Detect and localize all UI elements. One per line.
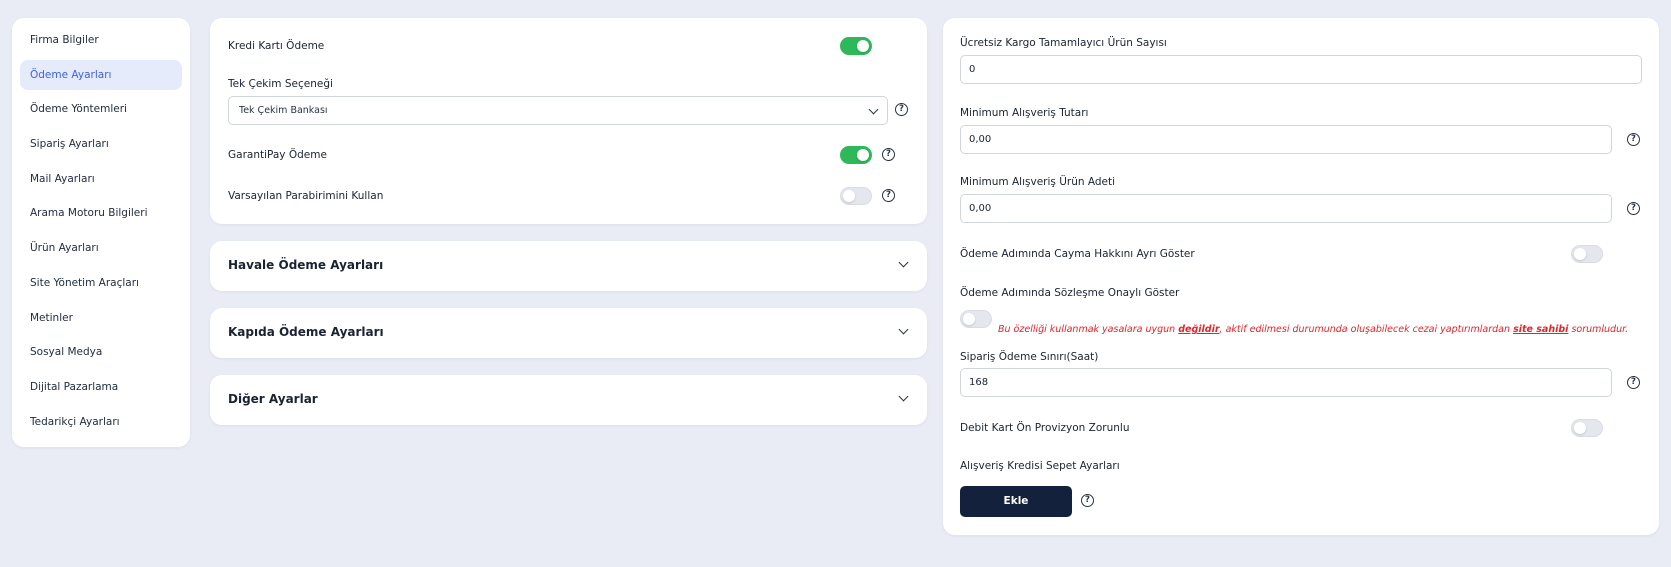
garantipay-label: GarantiPay Ödeme [228, 149, 327, 161]
varsayilan-parabirimi-toggle[interactable] [840, 187, 872, 205]
sidebar-item-arama-motoru[interactable]: Arama Motoru Bilgileri [20, 198, 182, 228]
cayma-hakki-label: Ödeme Adımında Cayma Hakkını Ayrı Göster [960, 248, 1195, 260]
ucretsiz-kargo-label: Ücretsiz Kargo Tamamlayıcı Ürün Sayısı [960, 37, 1167, 49]
sidebar-item-tedarikci-ayarlari[interactable]: Tedarikçi Ayarları [20, 407, 182, 437]
min-tutar-label: Minimum Alışveriş Tutarı [960, 107, 1089, 119]
sidebar-item-site-yonetim[interactable]: Site Yönetim Araçları [20, 268, 182, 298]
garantipay-toggle[interactable] [840, 146, 872, 164]
siparis-odeme-siniri-label: Sipariş Ödeme Sınırı(Saat) [960, 351, 1099, 363]
debit-kart-label: Debit Kart Ön Provizyon Zorunlu [960, 422, 1130, 434]
chevron-down-icon [898, 324, 909, 335]
help-icon[interactable]: ? [1627, 376, 1640, 389]
sidebar-item-dijital-pazarlama[interactable]: Dijital Pazarlama [20, 372, 182, 402]
tek-cekim-value: Tek Çekim Bankası [239, 105, 328, 116]
ekle-button[interactable]: Ekle [960, 486, 1072, 517]
legal-warning-text: Bu özelliği kullanmak yasalara uygun değ… [998, 324, 1628, 335]
debit-kart-toggle[interactable] [1571, 419, 1603, 437]
kredi-karti-label: Kredi Kartı Ödeme [228, 40, 325, 52]
cayma-hakki-toggle[interactable] [1571, 245, 1603, 263]
help-icon[interactable]: ? [882, 189, 895, 202]
sidebar-item-odeme-yontemleri[interactable]: Ödeme Yöntemleri [20, 94, 182, 124]
settings-sidebar: Firma Bilgiler Ödeme Ayarları Ödeme Yönt… [12, 18, 190, 447]
sidebar-item-urun-ayarlari[interactable]: Ürün Ayarları [20, 233, 182, 263]
accordion-title: Havale Ödeme Ayarları [228, 258, 384, 272]
warning-emphasis-2: site sahibi [1513, 324, 1569, 335]
min-tutar-input[interactable]: 0,00 [960, 125, 1612, 154]
chevron-down-icon [898, 391, 909, 402]
min-adet-label: Minimum Alışveriş Ürün Adeti [960, 176, 1116, 188]
sidebar-item-firma-bilgiler[interactable]: Firma Bilgiler [20, 25, 182, 55]
accordion-diger-ayarlar[interactable]: Diğer Ayarlar [210, 375, 927, 425]
warning-emphasis-1: değildir [1178, 324, 1220, 335]
help-icon[interactable]: ? [895, 103, 908, 116]
varsayilan-parabirimi-label: Varsayılan Parabirimini Kullan [228, 190, 384, 202]
accordion-kapida-odeme[interactable]: Kapıda Ödeme Ayarları [210, 308, 927, 358]
chevron-down-icon [898, 257, 909, 268]
ucretsiz-kargo-input[interactable]: 0 [960, 55, 1642, 84]
chevron-down-icon [868, 104, 879, 115]
min-adet-input[interactable]: 0,00 [960, 194, 1612, 223]
help-icon[interactable]: ? [882, 148, 895, 161]
order-settings-panel: Ücretsiz Kargo Tamamlayıcı Ürün Sayısı 0… [943, 18, 1659, 535]
help-icon[interactable]: ? [1627, 202, 1640, 215]
help-icon[interactable]: ? [1081, 494, 1094, 507]
sozlesme-onayli-toggle[interactable] [960, 310, 992, 328]
accordion-title: Kapıda Ödeme Ayarları [228, 325, 384, 339]
credit-card-settings-panel: Kredi Kartı Ödeme Tek Çekim Seçeneği Tek… [210, 18, 927, 224]
sidebar-item-mail-ayarlari[interactable]: Mail Ayarları [20, 164, 182, 194]
accordion-title: Diğer Ayarlar [228, 392, 318, 406]
sidebar-item-metinler[interactable]: Metinler [20, 303, 182, 333]
warning-text-3: sorumludur. [1568, 324, 1629, 335]
alisveris-kredisi-label: Alışveriş Kredisi Sepet Ayarları [960, 460, 1120, 472]
sidebar-item-sosyal-medya[interactable]: Sosyal Medya [20, 337, 182, 367]
tek-cekim-select[interactable]: Tek Çekim Bankası [228, 96, 888, 125]
kredi-karti-toggle[interactable] [840, 37, 872, 55]
help-icon[interactable]: ? [1627, 133, 1640, 146]
siparis-odeme-siniri-input[interactable]: 168 [960, 368, 1612, 397]
sidebar-item-siparis-ayarlari[interactable]: Sipariş Ayarları [20, 129, 182, 159]
tek-cekim-label: Tek Çekim Seçeneği [228, 78, 333, 90]
warning-text-1: Bu özelliği kullanmak yasalara uygun [998, 324, 1179, 335]
warning-text-2: , aktif edilmesi durumunda oluşabilecek … [1219, 324, 1514, 335]
accordion-havale-odeme[interactable]: Havale Ödeme Ayarları [210, 241, 927, 291]
sozlesme-onayli-label: Ödeme Adımında Sözleşme Onaylı Göster [960, 287, 1180, 299]
sidebar-item-odeme-ayarlari[interactable]: Ödeme Ayarları [20, 59, 182, 90]
